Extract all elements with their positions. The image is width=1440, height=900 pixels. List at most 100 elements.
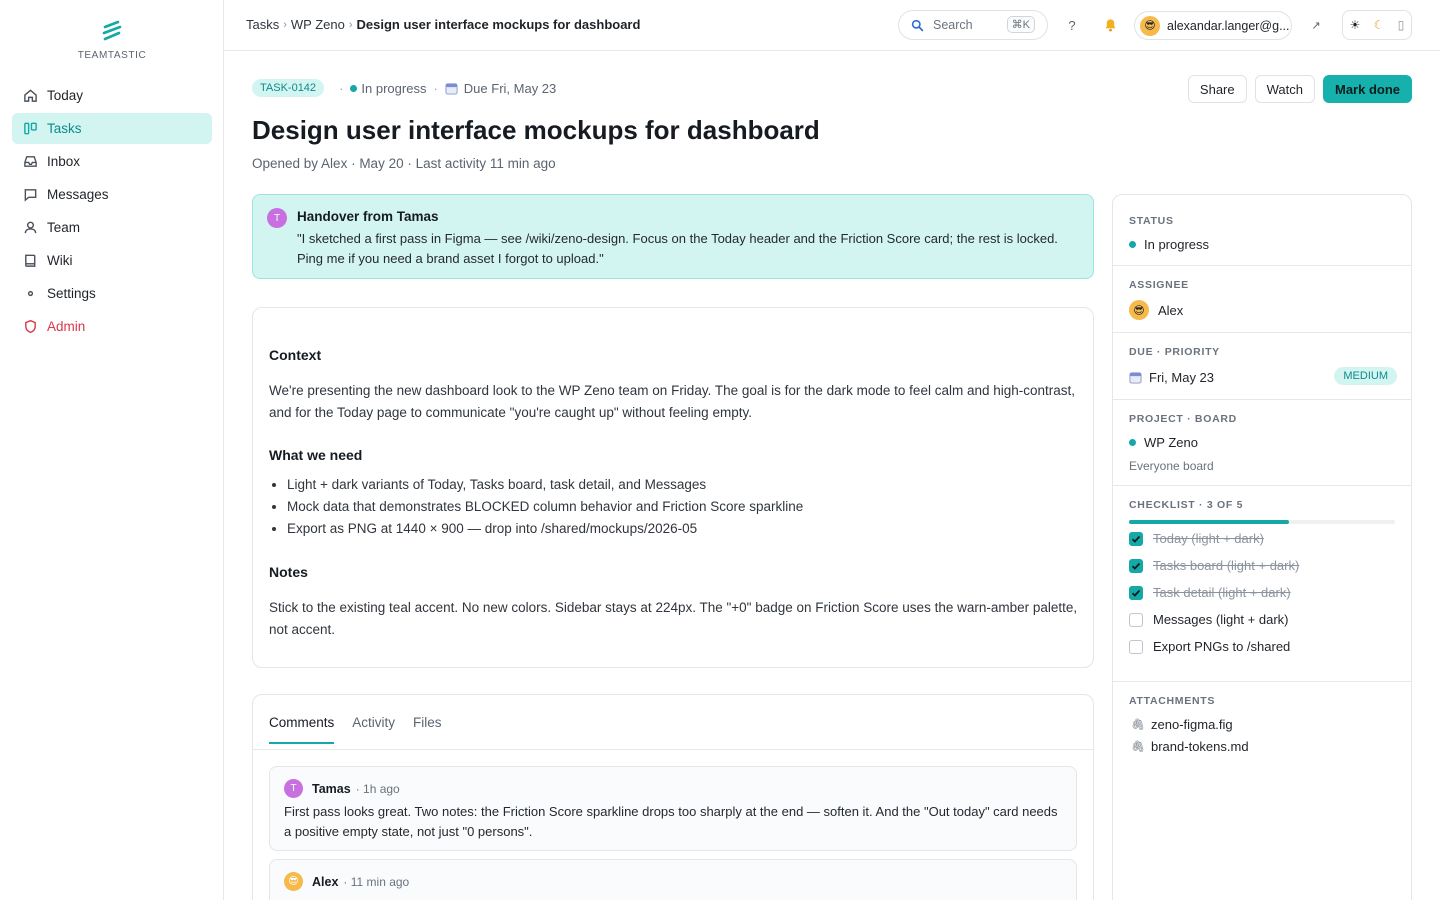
message-icon [22, 187, 38, 203]
comment-text: First pass looks great. Two notes: the F… [284, 804, 1058, 839]
sidebar-item-settings[interactable]: Settings [12, 278, 212, 309]
comment-time: · 1h ago [355, 781, 400, 796]
breadcrumb: Tasks › WP Zeno › Design user interface … [246, 17, 640, 32]
status-value: In progress [1144, 237, 1210, 252]
user-email: alexandar.langer@g... [1167, 18, 1290, 33]
chevron-right-icon: › [348, 18, 353, 31]
sidebar-item-messages[interactable]: Messages [12, 179, 212, 210]
sidebar-item-team[interactable]: Team [12, 212, 212, 243]
page-title: Design user interface mockups for dashbo… [252, 115, 820, 145]
project-label: PROJECT · BOARD [1129, 413, 1237, 425]
assignee-label: ASSIGNEE [1129, 279, 1189, 291]
watch-button[interactable]: Watch [1254, 75, 1315, 103]
sidebar: TEAMTASTIC Today Tasks Inbox Messages Te… [0, 0, 224, 900]
sidebar-item-wiki[interactable]: Wiki [12, 245, 212, 276]
task-actions: Share Watch Mark done [1180, 75, 1412, 103]
status-section[interactable]: STATUS In progress [1113, 195, 1411, 266]
search-input[interactable]: Search ⌘K [898, 10, 1048, 40]
sidebar-item-today[interactable]: Today [12, 80, 212, 111]
sun-icon[interactable]: ☀ [1350, 18, 1361, 32]
due-date: Due Fri, May 23 [463, 80, 557, 96]
due-label: DUE · PRIORITY [1129, 346, 1220, 358]
sidebar-item-inbox[interactable]: Inbox [12, 146, 212, 177]
checklist-item[interactable]: Messages (light + dark) [1129, 612, 1288, 627]
tab-comments[interactable]: Comments [269, 715, 335, 744]
top-bar: Tasks › WP Zeno › Design user interface … [224, 0, 1440, 51]
sidebar-item-label: Inbox [47, 154, 81, 169]
comment-author: Tamas [312, 781, 351, 796]
list-item: Light + dark variants of Today, Tasks bo… [287, 474, 803, 496]
sidebar-item-tasks[interactable]: Tasks [12, 113, 212, 144]
status-text: In progress [361, 80, 427, 96]
project-section[interactable]: PROJECT · BOARD WP Zeno Everyone board [1113, 400, 1411, 486]
avatar: 😎 [1129, 300, 1149, 320]
theme-toggle[interactable]: ☀ ☾ ▯ [1342, 10, 1412, 40]
avatar: 😎 [1140, 15, 1160, 36]
comment-author: Alex [312, 874, 339, 889]
handover-callout: T Handover from Tamas "I sketched a firs… [252, 194, 1094, 279]
sidebar-item-label: Team [47, 220, 81, 235]
checklist-item[interactable]: Export PNGs to /shared [1129, 639, 1290, 654]
calendar-icon [445, 82, 458, 95]
attachment-item[interactable]: 🖇 brand-tokens.md [1131, 739, 1249, 754]
checklist-item[interactable]: Task detail (light + dark) [1129, 585, 1291, 600]
checklist-item[interactable]: Tasks board (light + dark) [1129, 558, 1299, 573]
list-item: Export as PNG at 1440 × 900 — drop into … [287, 518, 803, 540]
sidebar-nav: Today Tasks Inbox Messages Team Wiki Set… [12, 80, 212, 344]
calendar-icon [1129, 372, 1142, 384]
sidebar-item-label: Today [47, 88, 84, 103]
user-menu[interactable]: 😎 alexandar.langer@g... [1134, 11, 1292, 40]
inbox-icon [22, 154, 38, 170]
share-button[interactable]: Share [1187, 75, 1247, 103]
moon-icon[interactable]: ☾ [1374, 18, 1385, 32]
search-placeholder: Search [933, 18, 973, 32]
mark-done-button[interactable]: Mark done [1322, 75, 1412, 103]
handover-title: Handover from Tamas [297, 209, 439, 224]
home-icon [22, 88, 38, 104]
attachment-item[interactable]: 🖇 zeno-figma.fig [1131, 717, 1233, 732]
task-id-badge: TASK-0142 [252, 79, 325, 97]
checkbox[interactable] [1129, 585, 1143, 600]
checklist-item[interactable]: Today (light + dark) [1129, 531, 1264, 546]
sidebar-item-label: Messages [47, 187, 109, 202]
tab-files[interactable]: Files [413, 715, 442, 744]
status-dot [1129, 241, 1136, 248]
task-meta: TASK-0142 · In progress · Due Fri, May 2… [252, 79, 556, 97]
checkbox[interactable] [1129, 612, 1143, 627]
needs-heading: What we need [269, 447, 363, 463]
comment-item: 😎 Alex · 11 min ago [269, 859, 1077, 900]
sidebar-item-admin[interactable]: Admin [12, 311, 212, 342]
checklist-progress-bar [1129, 520, 1395, 524]
chevron-right-icon: › [283, 18, 287, 31]
comment-item: T Tamas · 1h ago First pass looks great.… [269, 766, 1077, 851]
comments-panel: Comments Activity Files T Tamas · 1h ago… [252, 694, 1094, 900]
expand-icon[interactable]: ↗ [1306, 15, 1326, 35]
tab-activity[interactable]: Activity [352, 715, 395, 744]
dot-icon [22, 286, 38, 302]
checkbox[interactable] [1129, 531, 1143, 546]
notes-text: Stick to the existing teal accent. No ne… [269, 600, 1078, 637]
status-dot [350, 84, 358, 92]
assignee-section[interactable]: ASSIGNEE 😎 Alex [1113, 266, 1411, 333]
handover-text: "I sketched a first pass in Figma — see … [297, 231, 1058, 266]
checkbox[interactable] [1129, 558, 1143, 573]
due-priority-section[interactable]: DUE · PRIORITY Fri, May 23 MEDIUM [1113, 333, 1411, 400]
sidebar-item-label: Settings [47, 286, 96, 301]
page-subtitle: Opened by Alex · May 20 · Last activity … [252, 156, 556, 171]
breadcrumb-tasks[interactable]: Tasks [246, 17, 279, 32]
help-icon[interactable]: ? [1062, 15, 1082, 35]
logo[interactable]: TEAMTASTIC [0, 18, 224, 61]
bell-icon[interactable] [1100, 15, 1120, 35]
logo-icon [102, 20, 122, 41]
context-heading: Context [269, 347, 322, 363]
breadcrumb-project[interactable]: WP Zeno [291, 17, 345, 32]
assignee-value: Alex [1158, 302, 1184, 318]
checklist-progress-fill [1129, 520, 1289, 524]
search-shortcut: ⌘K [1006, 16, 1035, 33]
notes-heading: Notes [269, 564, 308, 580]
device-icon[interactable]: ▯ [1398, 18, 1405, 32]
checkbox[interactable] [1129, 639, 1143, 654]
avatar: T [267, 208, 287, 228]
project-value: WP Zeno [1144, 435, 1198, 450]
attachments-label: ATTACHMENTS [1129, 695, 1216, 707]
